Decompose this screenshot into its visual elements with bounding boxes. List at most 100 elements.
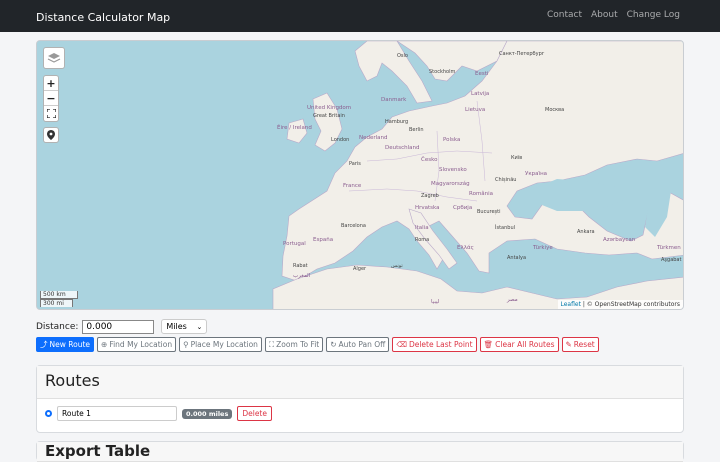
- route-radio[interactable]: [45, 410, 52, 417]
- map-pin-icon: [47, 130, 55, 140]
- layers-icon: [47, 53, 61, 63]
- delete-last-point-button[interactable]: ⌫ Delete Last Point: [392, 337, 477, 352]
- distance-label: Distance:: [36, 321, 79, 332]
- route-name-field[interactable]: Route 1: [57, 406, 177, 421]
- map-label: تونس: [391, 263, 403, 269]
- map-attribution: Leaflet | © OpenStreetMap contributors: [557, 300, 683, 309]
- find-location-label: Find My Location: [109, 340, 173, 349]
- nav-link-about[interactable]: About: [591, 10, 618, 20]
- map-label: Česko: [421, 157, 438, 163]
- map-label: Türkmen: [657, 245, 681, 251]
- routes-title: Routes: [37, 366, 683, 399]
- auto-pan-button[interactable]: ↻ Auto Pan Off: [326, 337, 390, 352]
- map-label: Éire / Ireland: [277, 125, 312, 131]
- find-location-button[interactable]: ⊕ Find My Location: [97, 337, 177, 352]
- map-label: Roma: [415, 237, 430, 243]
- map-label: Stockholm: [429, 69, 456, 75]
- map-label: İstanbul: [495, 225, 516, 231]
- export-card: Export Table: [36, 441, 684, 462]
- refresh-icon: ↻: [330, 340, 337, 349]
- map-label: Latvija: [471, 91, 490, 97]
- locate-marker-button[interactable]: [43, 127, 59, 143]
- map-label: București: [477, 209, 501, 215]
- scale-km: 500 km: [40, 291, 78, 299]
- map-label: Barcelona: [341, 223, 366, 229]
- place-location-button[interactable]: ⚲ Place My Location: [179, 337, 262, 352]
- map-label: Italia: [415, 225, 429, 231]
- place-location-label: Place My Location: [190, 340, 258, 349]
- leaflet-link[interactable]: Leaflet: [561, 301, 581, 308]
- scale-mi: 300 mi: [40, 299, 73, 307]
- map-label: Rabat: [293, 263, 308, 269]
- zoom-out-button[interactable]: −: [44, 91, 58, 106]
- map-label: Aşgabat: [661, 257, 682, 263]
- trash-icon: 🗑: [483, 340, 494, 349]
- map-label: Great Britain: [313, 113, 345, 119]
- zoom-to-fit-label: Zoom To Fit: [276, 340, 320, 349]
- zoom-in-button[interactable]: +: [44, 76, 58, 91]
- eraser-icon: ⌫: [396, 340, 407, 349]
- map-label: Ankara: [577, 229, 595, 235]
- map-label: Nederland: [359, 135, 388, 141]
- map-label: المغرب: [293, 273, 311, 279]
- unit-select[interactable]: Miles ⌄: [161, 319, 208, 334]
- clear-all-routes-label: Clear All Routes: [495, 340, 555, 349]
- map-label: Санкт-Петербург: [499, 51, 545, 57]
- map-label: Hrvatska: [415, 205, 440, 211]
- map-label: Slovensko: [439, 167, 467, 173]
- map-label: France: [343, 183, 362, 189]
- toolbar: ⤴ New Route ⊕ Find My Location ⚲ Place M…: [36, 337, 599, 352]
- zoom-to-fit-button[interactable]: ⛶ Zoom To Fit: [264, 337, 324, 352]
- map-label: Türkiye: [533, 245, 553, 251]
- reset-label: Reset: [573, 340, 595, 349]
- delete-last-point-label: Delete Last Point: [408, 340, 473, 349]
- clear-all-routes-button[interactable]: 🗑 Clear All Routes: [479, 337, 559, 352]
- map-label: Ελλάς: [457, 245, 474, 251]
- map-label: Antalya: [507, 255, 527, 261]
- pin-icon: ⚲: [183, 340, 189, 349]
- fit-icon: ⛶: [268, 339, 275, 349]
- map-label: Київ: [511, 155, 523, 161]
- distance-field[interactable]: 0.000: [82, 319, 155, 334]
- navbar: Distance Calculator Map Contact About Ch…: [0, 0, 720, 32]
- routes-card: Routes Route 1 0.000 miles Delete: [36, 365, 684, 433]
- brush-icon: ✎: [565, 340, 572, 349]
- layers-button[interactable]: [43, 47, 65, 69]
- map-label: România: [469, 191, 494, 197]
- nav-link-contact[interactable]: Contact: [547, 10, 582, 20]
- map-label: Hamburg: [385, 119, 409, 125]
- zoom-control: + −: [43, 75, 59, 122]
- auto-pan-label: Auto Pan Off: [338, 340, 386, 349]
- route-delete-button[interactable]: Delete: [237, 406, 272, 421]
- export-title: Export Table: [37, 442, 683, 462]
- map-label: Danmark: [381, 97, 407, 103]
- map-label: Oslo: [397, 53, 408, 59]
- route-distance-badge: 0.000 miles: [182, 408, 233, 419]
- map-label: Москва: [545, 107, 565, 113]
- unit-select-value: Miles: [166, 322, 187, 331]
- new-route-button[interactable]: ⤴ New Route: [36, 337, 95, 352]
- map-label: España: [313, 237, 334, 243]
- route-icon: ⤴: [40, 340, 48, 349]
- map-view[interactable]: Oslo Stockholm Санкт-Петербург Eesti Lat…: [36, 40, 684, 310]
- chevron-down-icon: ⌄: [196, 323, 203, 331]
- map-label: Deutschland: [385, 145, 420, 151]
- map-label: مصر: [507, 297, 518, 303]
- map-label: Lietuva: [465, 107, 486, 113]
- map-label: Alger: [353, 266, 367, 272]
- new-route-label: New Route: [49, 340, 91, 349]
- map-label: Portugal: [283, 241, 306, 247]
- map-label: Azərbaycan: [603, 237, 636, 243]
- map-label: London: [331, 137, 350, 143]
- crosshair-icon: ⊕: [101, 340, 108, 349]
- map-label: Україна: [525, 171, 548, 177]
- map-label: Paris: [349, 161, 361, 167]
- distance-row: Distance: 0.000 Miles ⌄: [36, 319, 208, 334]
- reset-button[interactable]: ✎ Reset: [561, 337, 599, 352]
- map-label: Eesti: [475, 71, 489, 77]
- map-label: United Kingdom: [307, 105, 352, 111]
- fullscreen-button[interactable]: [44, 106, 58, 121]
- nav-link-change-log[interactable]: Change Log: [627, 10, 680, 20]
- map-label: Berlin: [409, 127, 424, 133]
- brand-title[interactable]: Distance Calculator Map: [36, 11, 170, 24]
